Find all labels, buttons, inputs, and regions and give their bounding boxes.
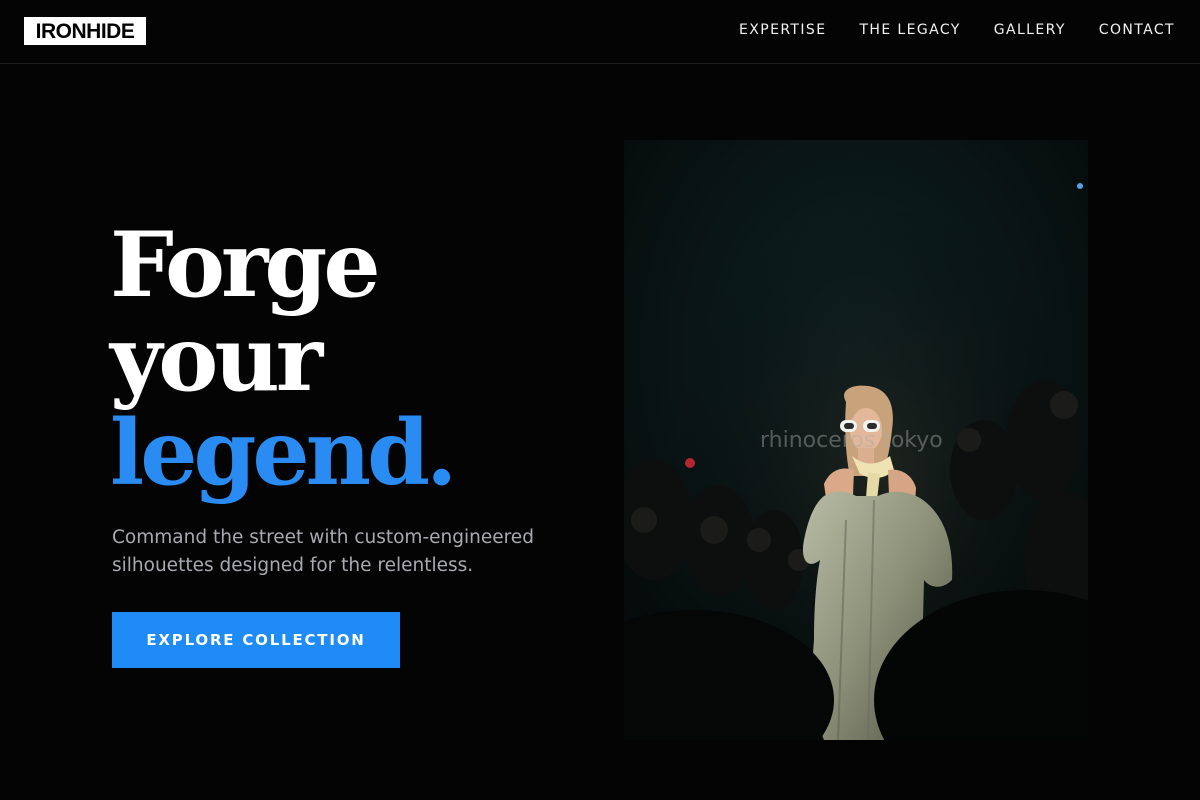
hero-runway-photo: rhinoceros tokyo [624,140,1088,740]
headline-line-1: Forge [110,212,381,318]
hero-subtext: Command the street with custom-engineere… [112,527,534,576]
image-watermark: rhinoceros tokyo [760,428,943,453]
site-header: IRONHIDE EXPERTISE THE LEGACY GALLERY CO… [0,0,1200,64]
headline-line-3: legend. [110,400,457,506]
hero-headline: Forge your legend. [110,212,457,506]
headline-line-2: your [110,306,323,412]
main-nav: EXPERTISE THE LEGACY GALLERY CONTACT [739,22,1175,38]
explore-collection-button[interactable]: EXPLORE COLLECTION [112,612,400,668]
nav-link-the-legacy[interactable]: THE LEGACY [859,22,960,38]
brand-logo[interactable]: IRONHIDE [24,17,146,45]
nav-link-expertise[interactable]: EXPERTISE [739,22,826,38]
nav-link-gallery[interactable]: GALLERY [994,22,1066,38]
nav-link-contact[interactable]: CONTACT [1099,22,1175,38]
